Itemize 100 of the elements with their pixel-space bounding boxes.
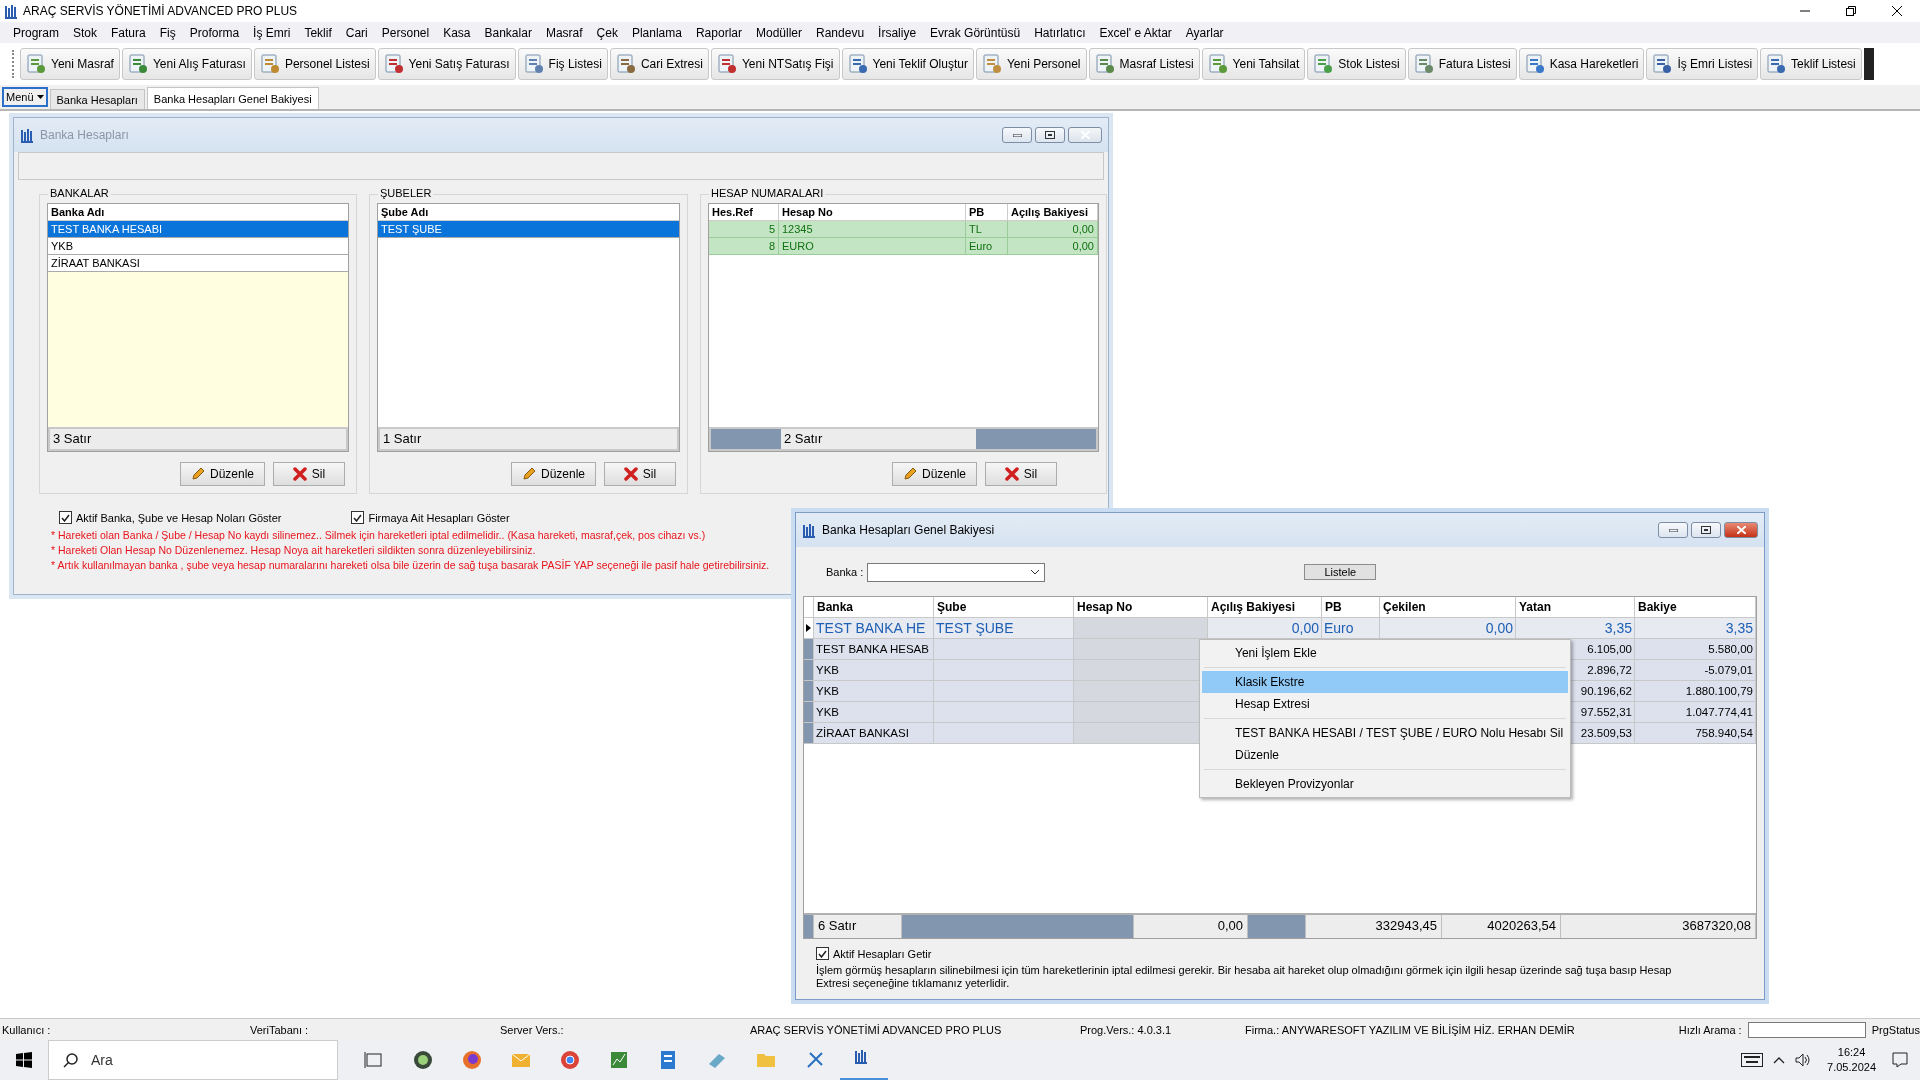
list-row[interactable]: ZİRAAT BANKASI	[48, 255, 348, 272]
maximize-button[interactable]	[1035, 127, 1065, 143]
speaker-icon[interactable]	[1795, 1053, 1812, 1067]
menu-item[interactable]: Cari	[338, 23, 375, 42]
cross-icon	[623, 467, 638, 481]
close-icon	[1892, 6, 1902, 16]
list-row[interactable]: TEST ŞUBE	[378, 221, 679, 238]
table-cell: 8	[709, 238, 779, 255]
toolbar-button[interactable]: Fatura Listesi	[1407, 48, 1517, 80]
toolbar-button[interactable]: Yeni Alış Faturası	[121, 48, 252, 80]
table-cell: 0,00	[1380, 618, 1516, 639]
clock[interactable]: 16:24 7.05.2024	[1821, 1045, 1882, 1075]
toolbar-button[interactable]: Kasa Hareketleri	[1518, 48, 1645, 80]
keyboard-icon[interactable]	[1741, 1053, 1764, 1067]
tab[interactable]: Banka Hesapları Genel Bakiyesi	[146, 87, 319, 109]
toolbar-button[interactable]: Stok Listesi	[1307, 48, 1406, 80]
table-cell: 5	[709, 221, 779, 238]
list-row[interactable]: TEST BANKA HESABI	[48, 221, 348, 238]
menu-item[interactable]: Raporlar	[688, 23, 749, 42]
status-text: Prog.Vers.: 4.0.3.1	[1080, 1023, 1173, 1036]
table-cell: YKB	[814, 660, 934, 681]
column-header: Banka Adı	[48, 204, 348, 221]
toolbar-button[interactable]: Yeni Personel	[975, 48, 1087, 80]
row-count: 3 Satır	[48, 427, 348, 451]
taskbar-search-field[interactable]: Ara	[48, 1040, 338, 1080]
menu-item[interactable]: Personel	[374, 23, 437, 42]
total-cell: 4020263,54	[1442, 915, 1561, 938]
checkbox[interactable]	[59, 511, 72, 524]
row-count: 6 Satır	[814, 915, 902, 938]
context-menu-item[interactable]: Düzenle	[1202, 744, 1568, 766]
edit-button[interactable]: Düzenle	[179, 462, 265, 486]
caret-icon	[36, 95, 44, 99]
menu-item[interactable]: Fiş	[152, 23, 183, 42]
menu-item[interactable]: Randevu	[809, 23, 872, 42]
menu-item[interactable]: Çek	[589, 23, 625, 42]
delete-button[interactable]: Sil	[273, 462, 345, 486]
toolbar-button[interactable]: Fiş Listesi	[517, 48, 608, 80]
table-cell: TL	[966, 221, 1008, 238]
toolbar-button[interactable]: Masraf Listesi	[1088, 48, 1200, 80]
toolbar-button[interactable]: Yeni Teklif Oluştur	[841, 48, 974, 80]
toolbar-button[interactable]: Personel Listesi	[253, 48, 376, 80]
tab[interactable]: Banka Hesapları	[49, 89, 145, 109]
group-title: HESAP NUMARALARI	[709, 187, 826, 199]
toolbar-button[interactable]: Teklif Listesi	[1760, 48, 1862, 80]
maximize-button[interactable]	[1691, 522, 1721, 538]
menu-item[interactable]: Bankalar	[477, 23, 539, 42]
checkmark-icon	[818, 949, 827, 958]
chevron-up-icon[interactable]	[1773, 1056, 1786, 1064]
clock-time: 16:24	[1837, 1045, 1866, 1060]
menu-item[interactable]: Fatura	[104, 23, 153, 42]
minimize-icon	[1668, 528, 1678, 532]
delete-button[interactable]: Sil	[604, 462, 676, 486]
menu-item[interactable]: Teklif	[297, 23, 339, 42]
menu-item[interactable]: Stok	[66, 23, 105, 42]
toolbar-button[interactable]: Yeni NTSatış Fişi	[710, 48, 840, 80]
menu-item[interactable]: İş Emri	[246, 23, 298, 42]
toolbar-button[interactable]: Yeni Masraf	[20, 48, 120, 80]
status-text: Server Vers.:	[500, 1023, 565, 1036]
context-menu-item[interactable]: Klasik Ekstre	[1202, 671, 1568, 693]
menu-item[interactable]: Modüller	[749, 23, 809, 42]
toolbar-button[interactable]: Cari Extresi	[609, 48, 709, 80]
document-icon	[1094, 54, 1115, 74]
list-row[interactable]: YKB	[48, 238, 348, 255]
menu-item[interactable]: Evrak Görüntüsü	[923, 23, 1028, 42]
menu-item[interactable]: Planlama	[624, 23, 689, 42]
table-cell: Euro	[966, 238, 1008, 255]
logo-icon	[4, 3, 18, 19]
quick-search-field[interactable]	[1747, 1021, 1866, 1038]
table-cell: TEST BANKA HE	[814, 618, 934, 639]
checkbox[interactable]	[816, 947, 829, 960]
menu-item[interactable]: Hatırlatıcı	[1027, 23, 1093, 42]
table-cell: 3,35	[1635, 618, 1756, 639]
delete-button[interactable]: Sil	[985, 462, 1057, 486]
menu-item[interactable]: Proforma	[182, 23, 247, 42]
table-cell: 3,35	[1516, 618, 1635, 639]
toolbar-button[interactable]: Yeni Satış Faturası	[377, 48, 516, 80]
row-indicator[interactable]	[804, 618, 814, 639]
menu-item[interactable]: Kasa	[436, 23, 478, 42]
list-button[interactable]: Listele	[1304, 564, 1377, 580]
menu-item[interactable]: Program	[6, 23, 66, 42]
edit-button[interactable]: Düzenle	[510, 462, 596, 486]
table-row[interactable]: TEST BANKA HE TEST ŞUBE 0,00 Euro 0,00 3,35 3,35	[804, 618, 1756, 639]
checkbox[interactable]	[351, 511, 365, 524]
notification-icon[interactable]	[1892, 1052, 1908, 1068]
menu-item[interactable]: Ayarlar	[1178, 23, 1231, 42]
document-icon	[981, 54, 1002, 74]
warning-note: * Hareketi Olan Hesap No Düzenlenemez. Hesap Noya ait hareketleri sildikten sonra düzenleyebilirsiniz.	[51, 543, 536, 558]
close-button[interactable]	[1724, 522, 1758, 538]
menu-dropdown[interactable]: Menü	[2, 87, 48, 107]
bank-dropdown[interactable]	[867, 562, 1046, 582]
menu-item[interactable]: Excel' e Aktar	[1092, 23, 1179, 42]
menu-item[interactable]: Masraf	[538, 23, 590, 42]
toolbar-overflow[interactable]	[1863, 48, 1874, 80]
context-menu-item[interactable]: Bekleyen Provizyonlar	[1202, 773, 1568, 795]
document-icon	[1207, 54, 1228, 74]
edit-button[interactable]: Düzenle	[891, 462, 977, 486]
document-icon	[259, 54, 280, 74]
menu-item[interactable]: İrsaliye	[871, 23, 924, 42]
toolbar-button[interactable]: İş Emri Listesi	[1646, 48, 1759, 80]
toolbar-button[interactable]: Yeni Tahsilat	[1201, 48, 1306, 80]
